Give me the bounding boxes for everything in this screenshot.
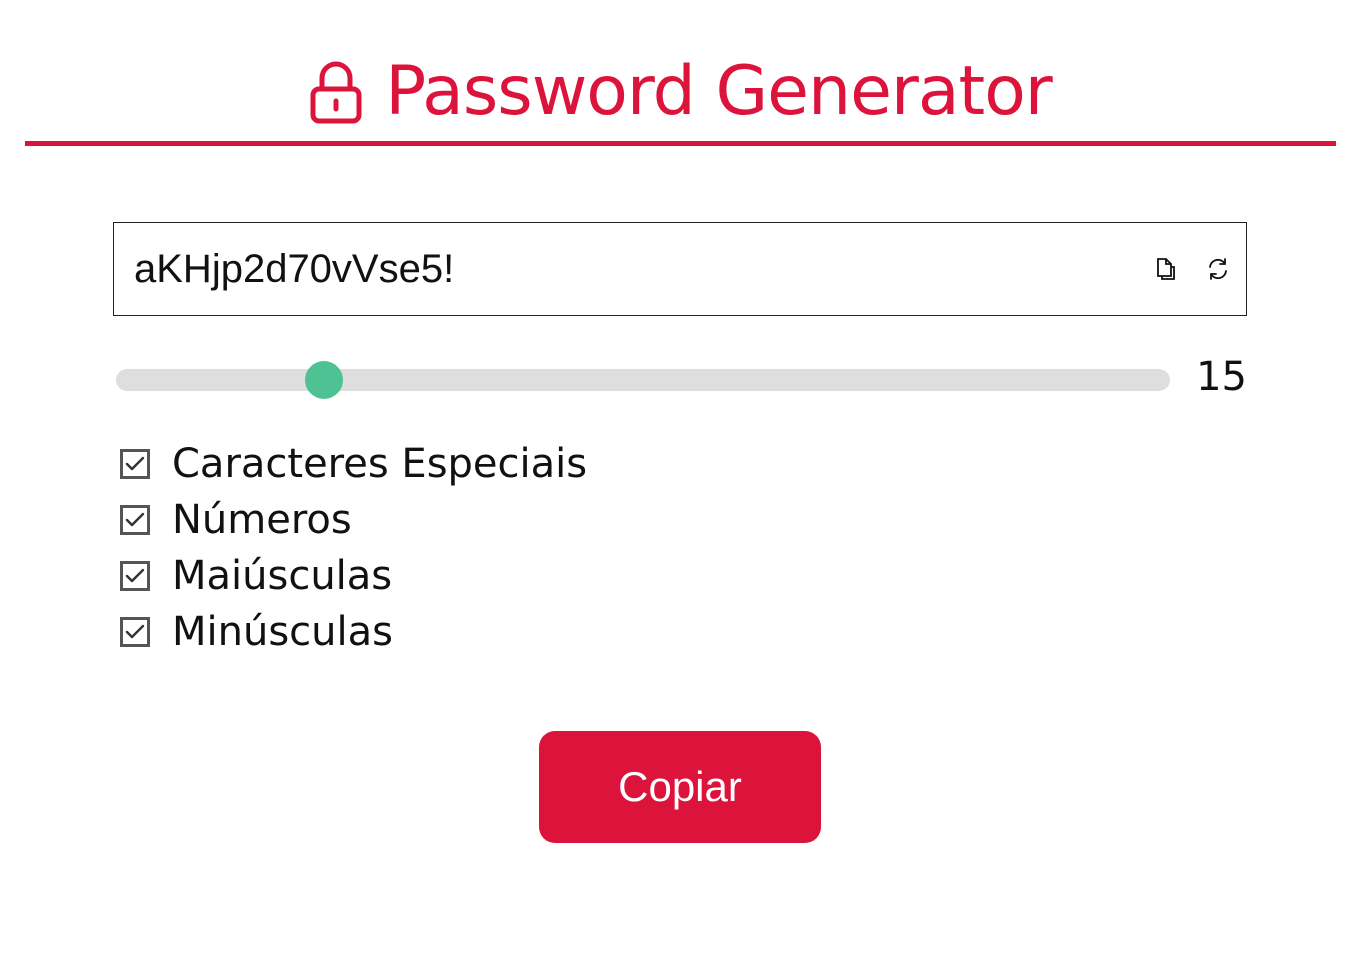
password-value[interactable]: aKHjp2d70vVse5! <box>114 247 1152 292</box>
copy-button[interactable]: Copiar <box>539 731 821 843</box>
checkbox[interactable] <box>120 561 150 591</box>
copy-icon[interactable] <box>1152 255 1180 283</box>
option-label: Minúsculas <box>172 609 393 655</box>
lock-icon <box>309 59 363 125</box>
password-display: aKHjp2d70vVse5! <box>113 222 1247 316</box>
checkbox[interactable] <box>120 505 150 535</box>
length-slider-track[interactable] <box>116 369 1170 391</box>
length-slider-thumb[interactable] <box>304 361 343 399</box>
option-numbers[interactable]: Números <box>118 492 587 548</box>
options-list: Caracteres Especiais Números Maiúsculas … <box>118 436 587 660</box>
option-special-chars[interactable]: Caracteres Especiais <box>118 436 587 492</box>
option-label: Maiúsculas <box>172 553 393 599</box>
length-slider-row: 15 <box>116 355 1247 405</box>
password-generator-page: Password Generator aKHjp2d70vVse5! 15 Ca… <box>0 0 1368 958</box>
length-value: 15 <box>1196 354 1247 400</box>
option-label: Caracteres Especiais <box>172 441 588 487</box>
page-title: Password Generator <box>385 52 1053 131</box>
option-label: Números <box>172 497 352 543</box>
option-uppercase[interactable]: Maiúsculas <box>118 548 587 604</box>
checkbox[interactable] <box>120 617 150 647</box>
refresh-icon[interactable] <box>1204 255 1232 283</box>
checkbox[interactable] <box>120 449 150 479</box>
option-lowercase[interactable]: Minúsculas <box>118 604 587 660</box>
header: Password Generator <box>25 40 1336 146</box>
header-title-group: Password Generator <box>25 52 1336 132</box>
